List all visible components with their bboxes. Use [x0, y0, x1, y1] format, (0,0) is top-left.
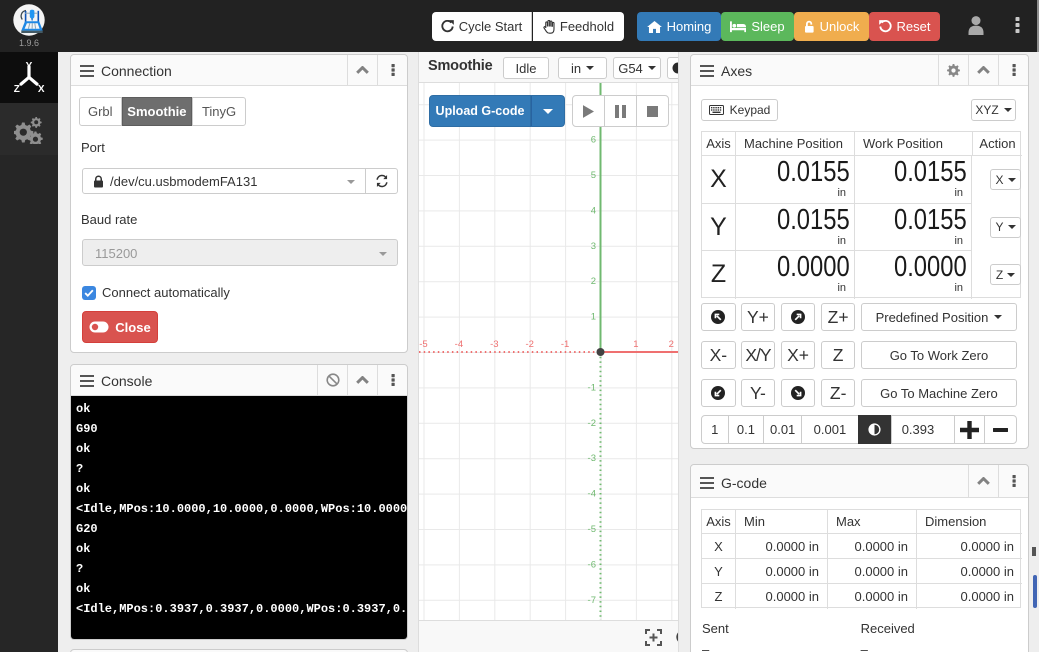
svg-text:-2: -2	[525, 339, 533, 350]
svg-text:2: 2	[669, 339, 674, 350]
svg-text:Y: Y	[26, 61, 33, 72]
svg-text:1: 1	[591, 312, 596, 323]
svg-text:4: 4	[591, 205, 596, 216]
svg-text:-5: -5	[419, 339, 427, 350]
svg-text:6: 6	[591, 135, 596, 146]
svg-text:-3: -3	[490, 339, 498, 350]
svg-text:-2: -2	[588, 418, 596, 429]
svg-text:-1: -1	[588, 382, 596, 393]
svg-text:-5: -5	[588, 524, 596, 535]
svg-text:3: 3	[591, 241, 596, 252]
svg-text:5: 5	[591, 170, 596, 181]
svg-text:-3: -3	[588, 453, 596, 464]
svg-text:2: 2	[591, 276, 596, 287]
svg-text:-7: -7	[588, 595, 596, 606]
svg-text:-1: -1	[561, 339, 569, 350]
svg-text:-4: -4	[455, 339, 463, 350]
svg-text:X: X	[38, 84, 45, 95]
svg-text:1: 1	[633, 339, 638, 350]
svg-text:-4: -4	[588, 489, 596, 500]
svg-text:-6: -6	[588, 559, 596, 570]
svg-text:Z: Z	[14, 84, 20, 95]
